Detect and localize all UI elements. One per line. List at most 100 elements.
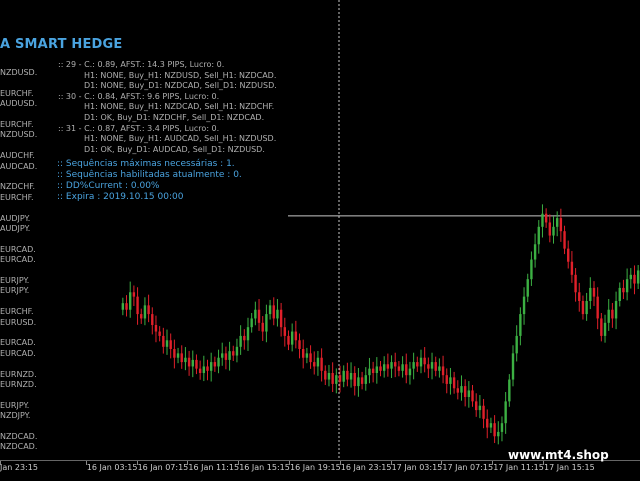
time-label: Jan 23:15 [0, 463, 38, 472]
candle [629, 268, 632, 289]
candle [416, 356, 419, 372]
side-symbol-label: EURUSD. [0, 317, 37, 327]
status-line: :: Expira : 2019.10.15 00:00 [57, 192, 184, 202]
candle [257, 299, 261, 331]
candle-body [544, 213, 548, 223]
candle-body [360, 377, 364, 384]
candle [195, 354, 198, 375]
candle-body [224, 353, 228, 360]
candle [324, 365, 327, 385]
side-symbol-label: EURCAD. [0, 338, 36, 348]
candle-body [232, 351, 235, 356]
status-line: :: Sequências máximas necessárias : 1. [57, 159, 235, 169]
candle-body [500, 423, 504, 432]
time-label: 16 Jan 23:15 [340, 463, 392, 472]
candle [475, 393, 478, 417]
candle [353, 366, 356, 396]
candle [463, 379, 467, 407]
candle-body [129, 292, 132, 310]
candle-body [427, 364, 430, 369]
candle [202, 355, 206, 382]
time-label: 17 Jan 11:15 [493, 463, 544, 472]
candle-body [298, 340, 301, 349]
candle [213, 356, 217, 372]
candle-body [309, 353, 312, 363]
side-symbol-label: NZDUSD. [0, 68, 38, 77]
candle-body [235, 346, 239, 356]
time-label: 17 Jan 15:15 [544, 463, 595, 472]
candle [360, 371, 364, 390]
pair-info-line: :: 29 - C.: 0.89, AFST.: 14.3 PIPS, Lucr… [58, 60, 225, 69]
candle [232, 345, 235, 361]
candle [471, 385, 474, 407]
candle-body [331, 373, 334, 384]
side-symbol-label: AUDUSD. [0, 99, 38, 109]
candle-body [143, 305, 147, 319]
candle-body [202, 366, 206, 373]
candle-body [526, 279, 529, 297]
candle-body [445, 375, 448, 384]
candle-body [276, 309, 279, 319]
candle [397, 361, 401, 377]
candle [482, 398, 485, 429]
candle [500, 416, 504, 442]
candle-body [408, 368, 412, 376]
side-symbol-label: NZDJPY. [0, 411, 31, 421]
candle-body [471, 390, 474, 402]
candle [335, 368, 338, 394]
candle [243, 329, 246, 350]
candle [419, 349, 423, 374]
candle-body [504, 401, 507, 424]
candle-body [622, 287, 625, 293]
candle-body [585, 301, 588, 315]
candle-body [357, 377, 360, 387]
candle [191, 350, 194, 378]
candle-body [482, 405, 485, 419]
candle-body [478, 405, 482, 411]
candle [187, 350, 191, 376]
side-symbol-label: EURCHF. [0, 192, 34, 202]
side-symbol-label: AUDJPY. [0, 224, 31, 233]
candle [636, 265, 640, 289]
candle-body [290, 331, 294, 345]
candle [327, 364, 331, 387]
pair-info-line: D1: OK, Buy_D1: NZDCHF, Sell_D1: NZDCAD. [84, 113, 265, 122]
candle [239, 325, 242, 355]
candle [217, 349, 220, 374]
candle-body [467, 390, 471, 397]
pair-info-line: :: 30 - C.: 0.84, AFST.: 9.6 PIPS, Lucro… [58, 91, 220, 101]
candle [132, 285, 136, 307]
candle [158, 326, 161, 342]
candle [489, 417, 493, 433]
candle-body [559, 218, 563, 232]
candle [618, 282, 621, 307]
candle [441, 355, 445, 384]
candle [596, 287, 599, 330]
candle [313, 351, 316, 375]
candle [511, 345, 515, 387]
candle [368, 357, 371, 384]
candle-body [567, 248, 570, 262]
candle [316, 350, 320, 376]
candle [574, 268, 577, 302]
candle-body [416, 362, 419, 367]
side-symbol-label: AUDCHF. [0, 151, 35, 161]
candle [283, 317, 286, 347]
candle-body [533, 244, 537, 260]
candle [430, 352, 434, 380]
candle-body [180, 353, 183, 363]
side-symbol-label: AUDCAD. [0, 161, 38, 171]
candle-body [371, 368, 375, 373]
candle-body [349, 373, 353, 380]
time-label: 16 Jan 11:15 [188, 463, 240, 472]
candle [198, 360, 202, 380]
candle-body [522, 296, 526, 315]
candle-body [302, 349, 305, 358]
candle-body [489, 423, 493, 428]
candle [272, 297, 275, 326]
candle-body [607, 309, 610, 323]
candle-body [162, 335, 165, 347]
candle-body [228, 351, 231, 360]
watermark-text: www.mt4.shop [508, 448, 609, 462]
candle-body [600, 318, 603, 336]
